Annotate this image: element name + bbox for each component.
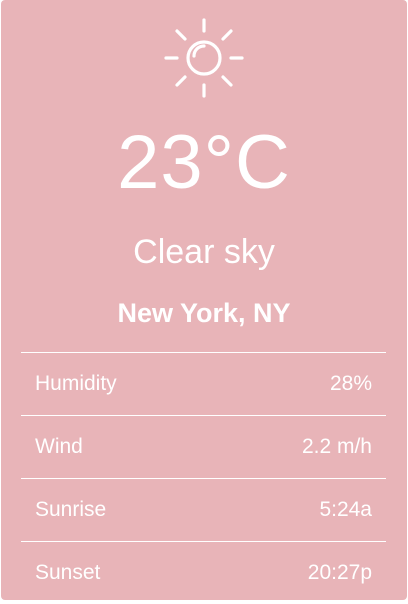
sunrise-value: 5:24a <box>319 498 372 521</box>
detail-row-humidity: Humidity 28% <box>21 352 386 415</box>
sunset-value: 20:27p <box>307 561 372 584</box>
sunrise-label: Sunrise <box>35 498 107 521</box>
humidity-value: 28% <box>329 372 372 395</box>
humidity-label: Humidity <box>35 372 117 395</box>
wind-value: 2.2 m/h <box>301 435 372 458</box>
weather-condition: Clear sky <box>133 233 275 271</box>
weather-card: 23°C Clear sky New York, NY Humidity 28%… <box>1 0 407 600</box>
sun-icon <box>164 18 244 98</box>
detail-row-wind: Wind 2.2 m/h <box>21 415 386 478</box>
sunset-label: Sunset <box>35 561 101 584</box>
weather-details-list: Humidity 28% Wind 2.2 m/h Sunrise 5:24a … <box>21 352 386 604</box>
detail-row-sunset: Sunset 20:27p <box>21 541 386 604</box>
detail-row-sunrise: Sunrise 5:24a <box>21 478 386 541</box>
location-name: New York, NY <box>117 298 291 328</box>
weather-icon-container <box>1 16 407 100</box>
temperature: 23°C <box>117 120 291 205</box>
wind-label: Wind <box>35 435 83 458</box>
